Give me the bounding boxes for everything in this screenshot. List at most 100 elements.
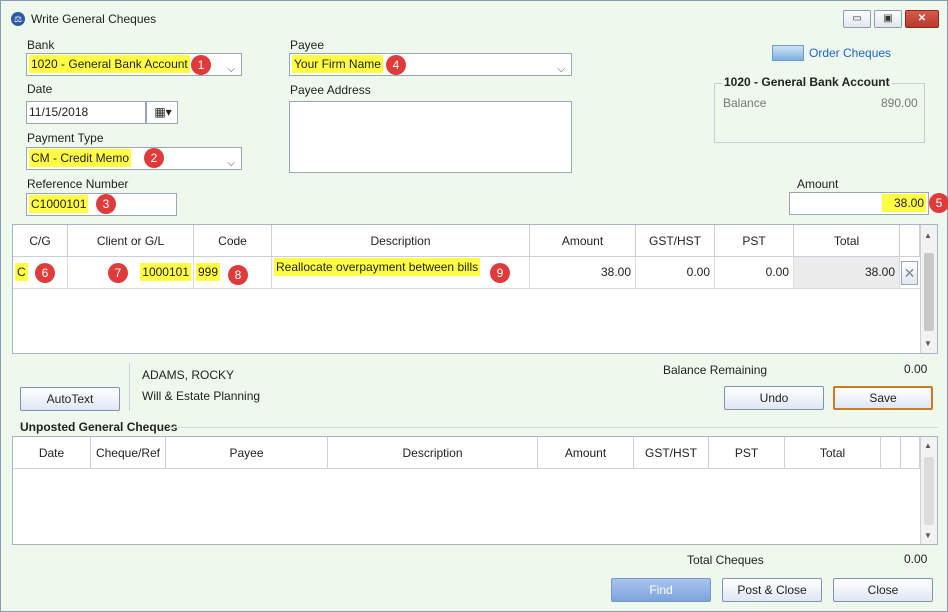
unposted-grid: Date Cheque/Ref Payee Description Amount…: [12, 436, 938, 545]
payee-value: Your Firm Name: [292, 55, 383, 73]
payment-type-value: CM - Credit Memo: [29, 149, 132, 167]
row-total-cell: 38.00: [794, 257, 900, 288]
unposted-header-description[interactable]: Description: [328, 437, 538, 469]
callout-badge-1: 1: [191, 55, 211, 75]
reference-number-label: Reference Number: [27, 177, 129, 191]
header-pst[interactable]: PST: [715, 225, 794, 257]
callout-badge-5: 5: [929, 193, 948, 213]
unposted-header-gst-hst[interactable]: GST/HST: [634, 437, 709, 469]
vertical-divider: [129, 363, 130, 411]
minimize-button[interactable]: ▭: [843, 10, 871, 28]
payee-dropdown[interactable]: Your Firm Name ⌵: [289, 53, 572, 76]
unposted-header-total[interactable]: Total: [785, 437, 881, 469]
unposted-header-cheque-ref[interactable]: Cheque/Ref: [91, 437, 166, 469]
unposted-section-title: Unposted General Cheques: [20, 420, 178, 434]
maximize-button[interactable]: ▣: [874, 10, 902, 28]
window-title: Write General Cheques: [31, 12, 157, 26]
callout-badge-2: 2: [144, 148, 164, 168]
cheque-book-icon: [772, 45, 804, 61]
row-code-value: 999: [196, 263, 221, 281]
payee-label: Payee: [290, 38, 325, 52]
autotext-button[interactable]: AutoText: [20, 387, 120, 411]
balance-label: Balance: [723, 96, 767, 110]
callout-badge-3: 3: [96, 194, 116, 214]
total-cheques-label: Total Cheques: [687, 553, 764, 567]
delete-row-icon[interactable]: ✕: [901, 261, 918, 285]
chevron-down-icon: ⌵: [557, 64, 565, 75]
unposted-grid-header: Date Cheque/Ref Payee Description Amount…: [13, 437, 920, 469]
balance-remaining-label: Balance Remaining: [663, 363, 768, 377]
header-total[interactable]: Total: [794, 225, 900, 257]
unposted-header-spacer-2: [901, 437, 920, 469]
bank-value: 1020 - General Bank Account: [29, 55, 190, 73]
callout-badge-9: 9: [490, 263, 510, 283]
scroll-thumb[interactable]: [924, 457, 934, 525]
section-divider: [169, 427, 938, 428]
scroll-down-icon[interactable]: ▼: [924, 531, 932, 540]
unposted-header-date[interactable]: Date: [13, 437, 91, 469]
scroll-down-icon[interactable]: ▼: [924, 339, 932, 348]
payment-type-label: Payment Type: [27, 131, 104, 145]
header-client-or-gl[interactable]: Client or G/L: [68, 225, 194, 257]
header-description[interactable]: Description: [272, 225, 530, 257]
entry-grid-header: C/G Client or G/L Code Description Amoun…: [13, 225, 920, 257]
close-button[interactable]: Close: [833, 578, 933, 602]
scroll-up-icon[interactable]: ▲: [924, 441, 932, 450]
header-gst-hst[interactable]: GST/HST: [636, 225, 715, 257]
row-description-value: Reallocate overpayment between bills: [274, 258, 481, 276]
table-row[interactable]: C 1000101 999 Reallocate overpayment bet…: [13, 257, 920, 289]
scroll-up-icon[interactable]: ▲: [924, 231, 932, 240]
header-cg[interactable]: C/G: [13, 225, 68, 257]
row-pst-cell[interactable]: 0.00: [715, 257, 794, 288]
chevron-down-icon: ⌵: [227, 64, 235, 75]
bank-label: Bank: [27, 38, 55, 52]
chevron-down-icon: ⌵: [227, 158, 235, 169]
row-cg-value: C: [15, 263, 28, 281]
title-bar: ⚖ Write General Cheques ▭ ▣ ✕: [1, 1, 947, 35]
entry-grid-scrollbar[interactable]: ▲ ▼: [920, 225, 937, 353]
save-button[interactable]: Save: [833, 386, 933, 410]
date-input[interactable]: 11/15/2018: [26, 101, 146, 124]
order-cheques-link[interactable]: Order Cheques: [809, 46, 891, 60]
write-general-cheques-window: ⚖ Write General Cheques ▭ ▣ ✕ Bank 1020 …: [0, 0, 948, 612]
row-amount-cell[interactable]: 38.00: [530, 257, 636, 288]
unposted-header-payee[interactable]: Payee: [166, 437, 328, 469]
balance-remaining-value: 0.00: [904, 362, 928, 376]
callout-badge-8: 8: [228, 265, 248, 285]
reference-number-value: C1000101: [29, 195, 89, 213]
payee-address-textarea[interactable]: [289, 101, 572, 173]
header-amount[interactable]: Amount: [530, 225, 636, 257]
row-client-cell[interactable]: 1000101: [68, 257, 194, 288]
unposted-header-amount[interactable]: Amount: [538, 437, 634, 469]
row-client-value: 1000101: [140, 263, 191, 281]
callout-badge-7: 7: [108, 263, 128, 283]
entry-grid: C/G Client or G/L Code Description Amoun…: [12, 224, 938, 354]
balance-value: 890.00: [881, 96, 918, 110]
total-cheques-value: 0.00: [904, 552, 928, 566]
header-spacer: [900, 225, 920, 257]
payment-type-dropdown[interactable]: CM - Credit Memo ⌵: [26, 147, 242, 170]
close-window-button[interactable]: ✕: [905, 10, 939, 28]
account-balance-box: [714, 83, 925, 143]
callout-badge-6: 6: [35, 263, 55, 283]
account-box-title: 1020 - General Bank Account: [722, 75, 892, 89]
client-name: ADAMS, ROCKY: [142, 368, 235, 382]
matter-description: Will & Estate Planning: [142, 389, 261, 403]
header-code[interactable]: Code: [194, 225, 272, 257]
find-button[interactable]: Find: [611, 578, 711, 602]
amount-value: 38.00: [881, 194, 926, 212]
undo-button[interactable]: Undo: [724, 386, 824, 410]
date-label: Date: [27, 82, 53, 96]
unposted-grid-scrollbar[interactable]: ▲ ▼: [920, 437, 937, 544]
payee-address-label: Payee Address: [290, 83, 371, 97]
unposted-header-spacer: [881, 437, 901, 469]
app-logo-icon: ⚖: [11, 12, 25, 26]
amount-input[interactable]: 38.00: [789, 192, 929, 215]
calendar-icon[interactable]: ▦▾: [146, 101, 178, 124]
callout-badge-4: 4: [386, 55, 406, 75]
unposted-header-pst[interactable]: PST: [709, 437, 785, 469]
amount-label: Amount: [797, 177, 839, 191]
row-gst-cell[interactable]: 0.00: [636, 257, 715, 288]
post-and-close-button[interactable]: Post & Close: [722, 578, 822, 602]
scroll-thumb[interactable]: [924, 253, 934, 331]
